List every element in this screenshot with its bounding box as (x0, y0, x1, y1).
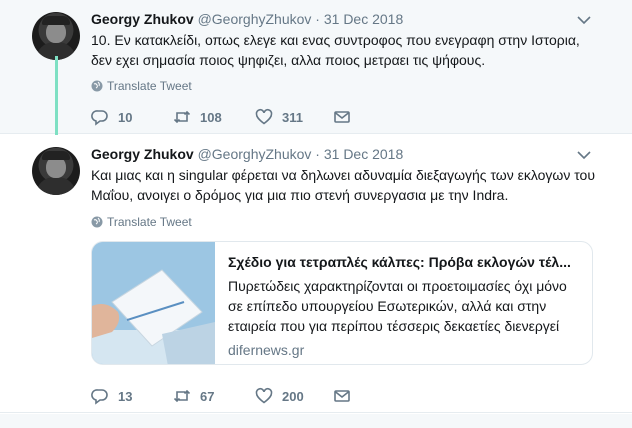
tweet-date[interactable]: 31 Dec 2018 (324, 11, 403, 27)
thread-connector-line (55, 56, 58, 144)
card-domain: difernews.gr (228, 342, 305, 358)
like-count: 311 (282, 109, 303, 125)
envelope-icon (334, 390, 350, 402)
like-button[interactable]: 200 (255, 387, 304, 405)
retweet-icon (173, 110, 191, 124)
heart-icon (255, 387, 273, 404)
user-name[interactable]: Georgy Zhukov (91, 146, 194, 162)
next-tweet-placeholder (0, 414, 632, 428)
dm-button[interactable] (333, 387, 351, 405)
card-title[interactable]: Σχέδιο για τετραπλές κάλπες: Πρόβα εκλογ… (228, 252, 580, 272)
reply-count: 10 (118, 109, 133, 125)
user-handle[interactable]: @GeorghyZhukov (198, 146, 312, 162)
card-description: Πυρετώδεις χαρακτηρίζονται οι προετοιμασ… (228, 278, 567, 334)
chevron-down-icon[interactable] (576, 147, 592, 163)
chevron-down-icon[interactable] (576, 12, 592, 28)
retweet-count: 67 (200, 388, 215, 404)
translate-tweet-link[interactable]: Translate Tweet (91, 215, 192, 229)
tweet-1[interactable]: Georgy Zhukov @GeorghyZhukov · 31 Dec 20… (0, 0, 632, 134)
avatar[interactable] (32, 12, 80, 60)
globe-icon (91, 216, 103, 228)
retweet-icon (173, 389, 191, 403)
tweet-2[interactable]: Georgy Zhukov @GeorghyZhukov · 31 Dec 20… (0, 135, 632, 413)
retweet-count: 108 (200, 109, 222, 125)
reply-button[interactable]: 13 (91, 387, 132, 405)
card-image (92, 242, 215, 364)
tweet-header: Georgy Zhukov @GeorghyZhukov · 31 Dec 20… (91, 10, 403, 28)
reply-icon (91, 110, 108, 126)
reply-icon (91, 389, 108, 405)
dm-button[interactable] (333, 108, 351, 126)
card-content: Σχέδιο για τετραπλές κάλπες: Πρόβα εκλογ… (228, 252, 580, 359)
link-preview-card[interactable]: Σχέδιο για τετραπλές κάλπες: Πρόβα εκλογ… (91, 241, 593, 365)
translate-label[interactable]: Translate Tweet (107, 79, 192, 93)
envelope-icon (334, 111, 350, 123)
separator: · (315, 146, 320, 162)
reply-count: 13 (118, 388, 133, 404)
user-name[interactable]: Georgy Zhukov (91, 11, 194, 27)
retweet-button[interactable]: 67 (173, 387, 214, 405)
heart-icon (255, 108, 273, 125)
reply-button[interactable]: 10 (91, 108, 132, 126)
like-button[interactable]: 311 (255, 108, 303, 126)
tweet-header: Georgy Zhukov @GeorghyZhukov · 31 Dec 20… (91, 145, 403, 163)
separator: · (315, 11, 320, 27)
tweet-text: Και μιας και η singular φέρεται να δηλων… (91, 167, 595, 203)
globe-icon (91, 80, 103, 92)
tweet-date[interactable]: 31 Dec 2018 (324, 146, 403, 162)
like-count: 200 (282, 388, 304, 404)
avatar[interactable] (32, 147, 80, 195)
user-handle[interactable]: @GeorghyZhukov (198, 11, 312, 27)
translate-label[interactable]: Translate Tweet (107, 215, 192, 229)
retweet-button[interactable]: 108 (173, 108, 222, 126)
translate-tweet-link[interactable]: Translate Tweet (91, 79, 192, 93)
tweet-text: 10. Εν κατακλείδι, οπως ελεγε και ενας σ… (91, 32, 580, 68)
